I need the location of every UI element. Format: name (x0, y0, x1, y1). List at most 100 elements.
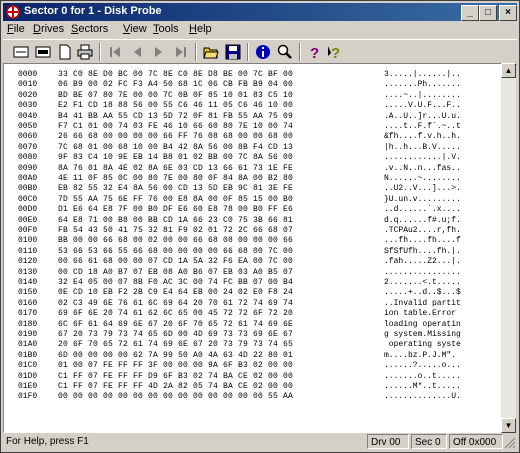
first-sector-icon[interactable] (105, 43, 125, 61)
hex-row[interactable]: 0000 33 C0 8E D0 BC 00 7C 8E C0 8E D8 BE … (4, 70, 502, 79)
last-sector-icon[interactable] (171, 43, 191, 61)
hex-bytes: 32 E4 05 00 07 8B F0 AC 3C 00 74 FC BB 0… (58, 278, 294, 287)
hex-row[interactable]: 01F0 00 00 00 00 00 00 00 00 00 00 00 00 … (4, 392, 502, 401)
hex-row[interactable]: 0150 0E CD 10 EB F2 2B C9 E4 64 EB 00 24 … (4, 288, 502, 297)
previous-sector-icon[interactable] (127, 43, 147, 61)
hex-row[interactable]: 0160 02 C3 49 6E 76 61 6C 69 64 20 70 61 … (4, 299, 502, 308)
toolbar-separator (299, 43, 301, 61)
hex-dump-view[interactable]: 0000 33 C0 8E D0 BC 00 7C 8E C0 8E D8 BE … (3, 63, 503, 433)
word-view-icon[interactable] (33, 43, 53, 61)
context-help-icon[interactable]: ? (325, 43, 345, 61)
hex-bytes: 02 C3 49 6E 76 61 6C 69 64 20 70 61 72 7… (58, 298, 294, 308)
hex-offset: 00B0 (18, 184, 38, 194)
hex-row[interactable]: 01B0 6D 00 00 00 00 62 7A 99 50 A0 4A 63 … (4, 351, 502, 360)
next-sector-icon[interactable] (149, 43, 169, 61)
minimize-button[interactable]: _ (461, 5, 479, 21)
hex-ascii: .....+..d..$...$ (384, 288, 461, 298)
hex-offset: 01D0 (18, 371, 38, 381)
save-icon[interactable] (223, 43, 243, 61)
search-icon[interactable] (275, 43, 295, 61)
info-icon[interactable] (253, 43, 273, 61)
hex-row[interactable]: 0020 BD BE 07 80 7E 00 00 7C 0B 0F 85 10 … (4, 91, 502, 100)
byte-view-icon[interactable] (11, 43, 31, 61)
hex-row[interactable]: 00C0 7D 55 AA 75 6E FF 76 00 E8 8A 00 0F … (4, 195, 502, 204)
hex-row[interactable]: 01A0 20 6F 70 65 72 61 74 69 6E 67 20 73 … (4, 340, 502, 349)
hex-row[interactable]: 00A0 4E 11 0F 85 0C 00 80 7E 00 80 0F 84 … (4, 174, 502, 183)
hex-row[interactable]: 0110 53 66 53 66 55 66 68 00 00 00 00 66 … (4, 247, 502, 256)
hex-row[interactable]: 01C0 01 00 07 FE FF FF 3F 00 00 00 9A 6F … (4, 361, 502, 370)
hex-row[interactable]: 00F0 FB 54 43 50 41 75 32 81 F9 02 01 72 … (4, 226, 502, 235)
hex-offset: 0080 (18, 153, 38, 163)
hex-ascii: ..Invalid partit (384, 298, 461, 308)
menu-drives[interactable]: Drives (33, 23, 64, 35)
hex-row[interactable]: 0130 00 CD 18 A0 B7 07 EB 08 A0 B6 07 EB … (4, 268, 502, 277)
hex-ascii: .fah.....Z2...|. (384, 257, 461, 267)
hex-offset: 0060 (18, 132, 38, 142)
hex-row[interactable]: 0190 67 20 73 79 73 74 65 6D 00 4D 69 73 … (4, 330, 502, 339)
hex-row[interactable]: 0050 F7 C1 01 00 74 03 FE 46 10 66 60 80 … (4, 122, 502, 131)
hex-ascii: ............|.V. (384, 153, 461, 163)
title-bar[interactable]: Sector 0 for 1 - Disk Probe _ □ × (3, 3, 517, 21)
print-icon[interactable] (75, 43, 95, 61)
menu-tools[interactable]: Tools (153, 23, 179, 35)
hex-row[interactable]: 00D0 D1 E6 64 E8 7F 00 B0 DF E6 60 E8 78 … (4, 205, 502, 214)
hex-row[interactable]: 0070 7C 68 01 00 68 10 00 B4 42 8A 56 00 … (4, 143, 502, 152)
hex-ascii: &fh....f.v.h..h. (384, 132, 461, 142)
open-folder-icon[interactable] (201, 43, 221, 61)
toolbar-separator (247, 43, 249, 61)
help-icon[interactable]: ? (305, 43, 325, 61)
hex-offset: 0110 (18, 246, 38, 256)
hex-ascii: .....V.U.F...F.. (384, 101, 461, 111)
hex-offset: 0100 (18, 236, 38, 246)
hex-row[interactable]: 00B0 EB 82 55 32 E4 8A 56 00 CD 13 5D EB … (4, 184, 502, 193)
hex-row[interactable]: 0080 9F 83 C4 10 9E EB 14 B8 01 02 BB 00 … (4, 153, 502, 162)
menu-help[interactable]: Help (189, 23, 212, 35)
hex-row[interactable]: 0060 26 66 68 00 00 00 00 66 FF 76 08 68 … (4, 132, 502, 141)
hex-ascii: }U.un.v......... (384, 194, 461, 204)
hex-row[interactable]: 0030 E2 F1 CD 18 88 56 00 55 C6 46 11 05 … (4, 101, 502, 110)
hex-ascii: ..d......`.x.... (384, 205, 461, 215)
svg-text:?: ? (331, 45, 340, 60)
hex-bytes: 6D 00 00 00 00 62 7A 99 50 A0 4A 63 4D 2… (58, 350, 294, 360)
menu-view[interactable]: View (123, 23, 147, 35)
hex-row[interactable]: 0010 06 B9 00 02 FC F3 A4 50 68 1C 06 CB … (4, 80, 502, 89)
disk-probe-window: Sector 0 for 1 - Disk Probe _ □ × File Dr… (0, 0, 520, 453)
hex-row[interactable]: 0180 6C 6F 61 64 69 6E 67 20 6F 70 65 72 … (4, 320, 502, 329)
hex-row[interactable]: 01D0 C1 FF 07 FE FF FF D9 6F B3 02 74 BA … (4, 372, 502, 381)
hex-row[interactable]: 0090 8A 76 01 8A 4E 02 8A 6E 03 CD 13 66 … (4, 164, 502, 173)
hex-offset: 00A0 (18, 174, 38, 183)
toolbar: ? ? (3, 39, 517, 65)
maximize-button[interactable]: □ (479, 5, 497, 21)
hex-ascii: 3.....|......|.. (384, 70, 461, 79)
new-document-icon[interactable] (55, 43, 75, 61)
scroll-down-icon[interactable]: ▼ (501, 418, 516, 433)
hex-row[interactable]: 01E0 C1 FF 07 FE FF FF 4D 2A 82 05 74 BA … (4, 382, 502, 391)
close-button[interactable]: × (499, 5, 517, 21)
hex-ascii: .v..N..n...fas.. (384, 163, 461, 173)
hex-offset: 0070 (18, 142, 38, 152)
resize-grip-icon[interactable] (504, 437, 516, 449)
hex-ascii: .A..U..]r...U.u. (384, 111, 461, 121)
scroll-up-icon[interactable]: ▲ (501, 63, 516, 78)
hex-bytes: 7D 55 AA 75 6E FF 76 00 E8 8A 00 0F 85 1… (58, 194, 294, 204)
hex-bytes: C1 FF 07 FE FF FF D9 6F B3 02 74 BA CE 0… (58, 371, 294, 381)
hex-row[interactable]: 0120 00 66 61 68 00 00 07 CD 1A 5A 32 F6 … (4, 257, 502, 266)
hex-bytes: 67 20 73 79 73 74 65 6D 00 4D 69 73 73 6… (58, 330, 294, 339)
hex-bytes: 33 C0 8E D0 BC 00 7C 8E C0 8E D8 BE 00 7… (58, 70, 294, 79)
hex-ascii: ...fh....fh....f (384, 236, 461, 246)
svg-text:?: ? (310, 45, 319, 60)
hex-bytes: 7C 68 01 00 68 10 00 B4 42 8A 56 00 8B F… (58, 142, 294, 152)
menu-sectors[interactable]: Sectors (71, 23, 108, 35)
hex-row[interactable]: 0040 B4 41 BB AA 55 CD 13 5D 72 0F 81 FB … (4, 112, 502, 121)
hex-bytes: FB 54 43 50 41 75 32 81 F9 02 01 72 2C 6… (58, 226, 294, 235)
vertical-scrollbar[interactable]: ▲ ▼ (501, 63, 516, 433)
hex-row[interactable]: 0140 32 E4 05 00 07 8B F0 AC 3C 00 74 FC … (4, 278, 502, 287)
menu-file[interactable]: File (7, 23, 25, 35)
hex-offset: 0170 (18, 309, 38, 319)
hex-row[interactable]: 0170 69 6F 6E 20 74 61 62 6C 65 00 45 72 … (4, 309, 502, 318)
hex-ascii: ......?.....o... (384, 361, 461, 371)
menu-bar: File Drives Sectors View Tools Help (3, 21, 517, 39)
hex-row[interactable]: 0100 BB 00 00 66 68 00 02 00 00 66 68 08 … (4, 236, 502, 245)
hex-row[interactable]: 00E0 64 E8 71 00 B8 00 BB CD 1A 66 23 C0 … (4, 216, 502, 225)
hex-bytes: F7 C1 01 00 74 03 FE 46 10 66 60 80 7E 1… (58, 122, 294, 131)
